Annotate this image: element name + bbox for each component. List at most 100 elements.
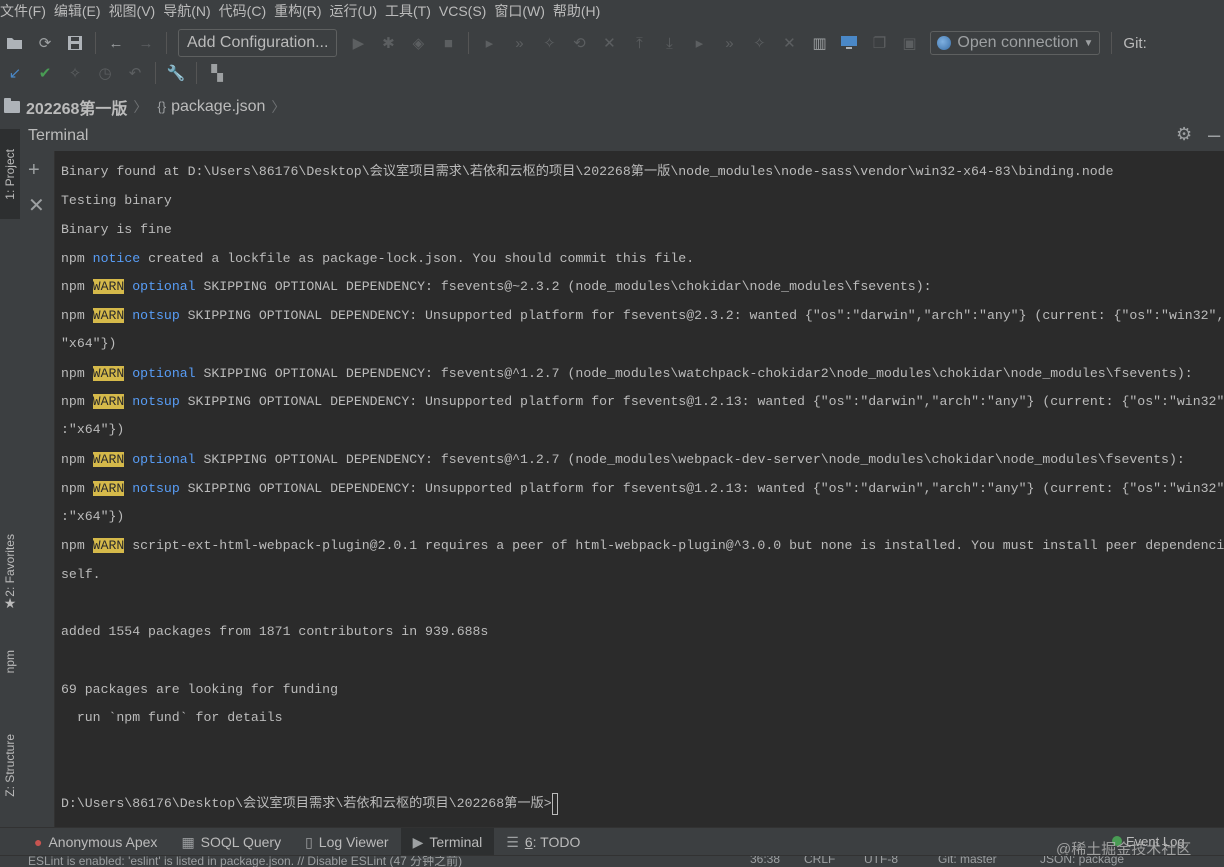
menu-window[interactable]: 窗口(W) [494, 1, 553, 21]
warn-badge: WARN [92, 452, 125, 467]
stop-icon[interactable]: ■ [436, 31, 460, 55]
deploy-icon[interactable]: ✧ [747, 31, 771, 55]
toolbar-separator [468, 32, 470, 54]
menu-view[interactable]: 视图(V) [109, 1, 164, 21]
cancel-icon[interactable]: ✕ [597, 31, 621, 55]
step-into-icon[interactable]: ✧ [537, 31, 561, 55]
add-configuration-button[interactable]: Add Configuration... [178, 29, 338, 57]
rollback-icon[interactable]: ↶ [123, 61, 147, 85]
sync-icon[interactable]: ⟳ [33, 31, 57, 55]
resume-icon[interactable]: ▸ [477, 31, 501, 55]
coverage-icon[interactable]: ◈ [406, 31, 430, 55]
warn-badge: WARN [92, 366, 125, 381]
breadcrumb-file[interactable]: {} package.json 〉 [153, 97, 291, 117]
menu-tools[interactable]: 工具(T) [385, 1, 439, 21]
line-text: SKIPPING OPTIONAL DEPENDENCY: fsevents@^… [195, 366, 1193, 381]
minimize-icon[interactable]: – [1208, 122, 1220, 148]
delete-icon[interactable]: ✕ [777, 31, 801, 55]
terminal-prompt[interactable]: D:\Users\86176\Desktop\会议室项目需求\若依和云枢的项目\… [61, 793, 558, 815]
window-icon[interactable]: ▣ [897, 31, 921, 55]
save-all-icon[interactable] [63, 31, 87, 55]
copy-icon[interactable]: ❐ [867, 31, 891, 55]
optional-tag: optional [132, 452, 196, 467]
gear-icon[interactable]: ⚙ [1176, 124, 1192, 145]
status-encoding[interactable]: UTF-8 [864, 856, 898, 866]
execute-icon[interactable]: ▸ [687, 31, 711, 55]
tab-project[interactable]: 1: Project [0, 129, 20, 219]
tab-log-viewer[interactable]: ▯ Log Viewer [293, 828, 401, 856]
menu-navigate[interactable]: 导航(N) [163, 1, 218, 21]
menu-file[interactable]: 文件(F) [0, 1, 54, 21]
notsup-tag: notsup [132, 308, 180, 323]
back-arrow-icon[interactable]: ← [104, 31, 128, 55]
monitor-icon[interactable] [837, 31, 861, 55]
tab-structure[interactable]: Z: Structure [0, 715, 20, 815]
menu-bar: 文件(F) 编辑(E) 视图(V) 导航(N) 代码(C) 重构(R) 运行(U… [0, 0, 1224, 22]
line-text: created a lockfile as package-lock.json.… [140, 251, 695, 266]
npm-prefix: npm [61, 538, 85, 553]
npm-prefix: npm [61, 481, 85, 496]
terminal-output[interactable]: Binary found at D:\Users\86176\Desktop\会… [55, 151, 1224, 827]
menu-run[interactable]: 运行(U) [330, 1, 385, 21]
chevron-down-icon: ▼ [1083, 37, 1094, 49]
tab-anonymous-apex-label: Anonymous Apex [48, 834, 158, 850]
terminal-panel-header: Terminal ⚙ – [20, 121, 1224, 151]
terminal-line: 69 packages are looking for funding [61, 682, 338, 697]
toolbar-separator [196, 62, 197, 84]
tab-soql-query[interactable]: ▦ SOQL Query [169, 828, 293, 856]
new-session-icon[interactable]: + [28, 159, 40, 182]
breadcrumb-project[interactable]: 202268第一版 〉 [0, 95, 153, 119]
terminal-line: Testing binary [61, 193, 172, 208]
chart-icon[interactable]: ▥ [807, 31, 831, 55]
structure-icon[interactable]: ▚ [205, 61, 229, 85]
npm-prefix: npm [61, 279, 85, 294]
tab-npm[interactable]: npm [0, 637, 20, 687]
terminal-line: Binary is fine [61, 222, 172, 237]
rerun-icon[interactable]: ⟲ [567, 31, 591, 55]
menu-help[interactable]: 帮助(H) [553, 1, 608, 21]
status-git-branch[interactable]: Git: master [938, 856, 997, 866]
tab-terminal[interactable]: ▶ Terminal [400, 828, 495, 856]
toolbar-separator [95, 32, 96, 54]
upload-icon[interactable]: ⤒ [627, 31, 651, 55]
close-session-icon[interactable]: ✕ [28, 193, 45, 218]
execute-all-icon[interactable]: » [717, 31, 741, 55]
commit-check-icon[interactable]: ✔ [33, 61, 57, 85]
terminal-line: npm WARN optional SKIPPING OPTIONAL DEPE… [61, 449, 1185, 471]
left-tool-strip: 1: Project 2: Favorites ★ npm Z: Structu… [0, 121, 21, 829]
history-icon[interactable]: ◷ [93, 61, 117, 85]
tab-anonymous-apex[interactable]: ● Anonymous Apex [22, 828, 169, 856]
menu-code[interactable]: 代码(C) [219, 1, 274, 21]
warn-badge: WARN [92, 394, 125, 409]
tab-npm-label: npm [3, 650, 17, 674]
open-connection-dropdown[interactable]: Open connection ▼ [930, 31, 1101, 55]
toolbar-separator [1111, 32, 1113, 54]
status-json-schema[interactable]: JSON: package [1040, 856, 1124, 866]
status-position[interactable]: 36:38 [750, 856, 780, 866]
status-line-separator[interactable]: CRLF [804, 856, 835, 866]
line-text: script-ext-html-webpack-plugin@2.0.1 req… [124, 538, 1224, 553]
terminal-line: npm WARN optional SKIPPING OPTIONAL DEPE… [61, 363, 1193, 385]
debug-icon[interactable]: ✱ [376, 31, 400, 55]
tab-todo[interactable]: ☰ 6: TODO [494, 828, 592, 856]
open-folder-icon[interactable] [3, 31, 27, 55]
push-icon[interactable]: ✧ [63, 61, 87, 85]
menu-refactor[interactable]: 重构(R) [274, 1, 329, 21]
run-icon[interactable]: ▶ [346, 31, 370, 55]
tab-log-viewer-label: Log Viewer [318, 834, 389, 850]
status-message[interactable]: ESLint is enabled: 'eslint' is listed in… [28, 856, 462, 867]
line-text: SKIPPING OPTIONAL DEPENDENCY: Unsupporte… [179, 394, 1224, 409]
warn-badge: WARN [92, 308, 125, 323]
download-icon[interactable]: ⤓ [657, 31, 681, 55]
step-over-icon[interactable]: » [507, 31, 531, 55]
tab-todo-label: : TODO [532, 834, 581, 850]
wrench-icon[interactable]: 🔧 [164, 61, 188, 85]
forward-arrow-icon[interactable]: → [134, 31, 158, 55]
warn-badge: WARN [92, 279, 125, 294]
menu-vcs[interactable]: VCS(S) [439, 3, 494, 19]
tab-favorites-label: 2: Favorites [3, 533, 17, 597]
menu-edit[interactable]: 编辑(E) [54, 1, 109, 21]
toolbar-separator [166, 32, 167, 54]
update-project-icon[interactable]: ↙ [3, 61, 27, 85]
line-text: SKIPPING OPTIONAL DEPENDENCY: Unsupporte… [179, 481, 1224, 496]
